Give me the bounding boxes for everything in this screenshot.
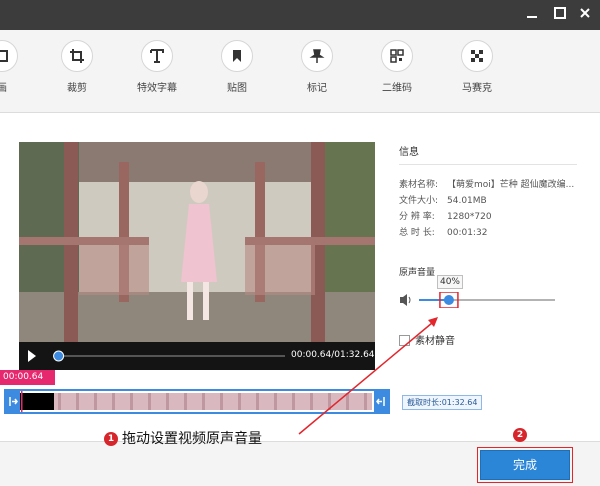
annotation-arrow [298, 317, 438, 435]
step-2-badge: 2 [513, 428, 527, 442]
step-1-instruction: 拖动设置视频原声音量 [122, 431, 262, 447]
step-1-badge: 1 [104, 432, 118, 446]
